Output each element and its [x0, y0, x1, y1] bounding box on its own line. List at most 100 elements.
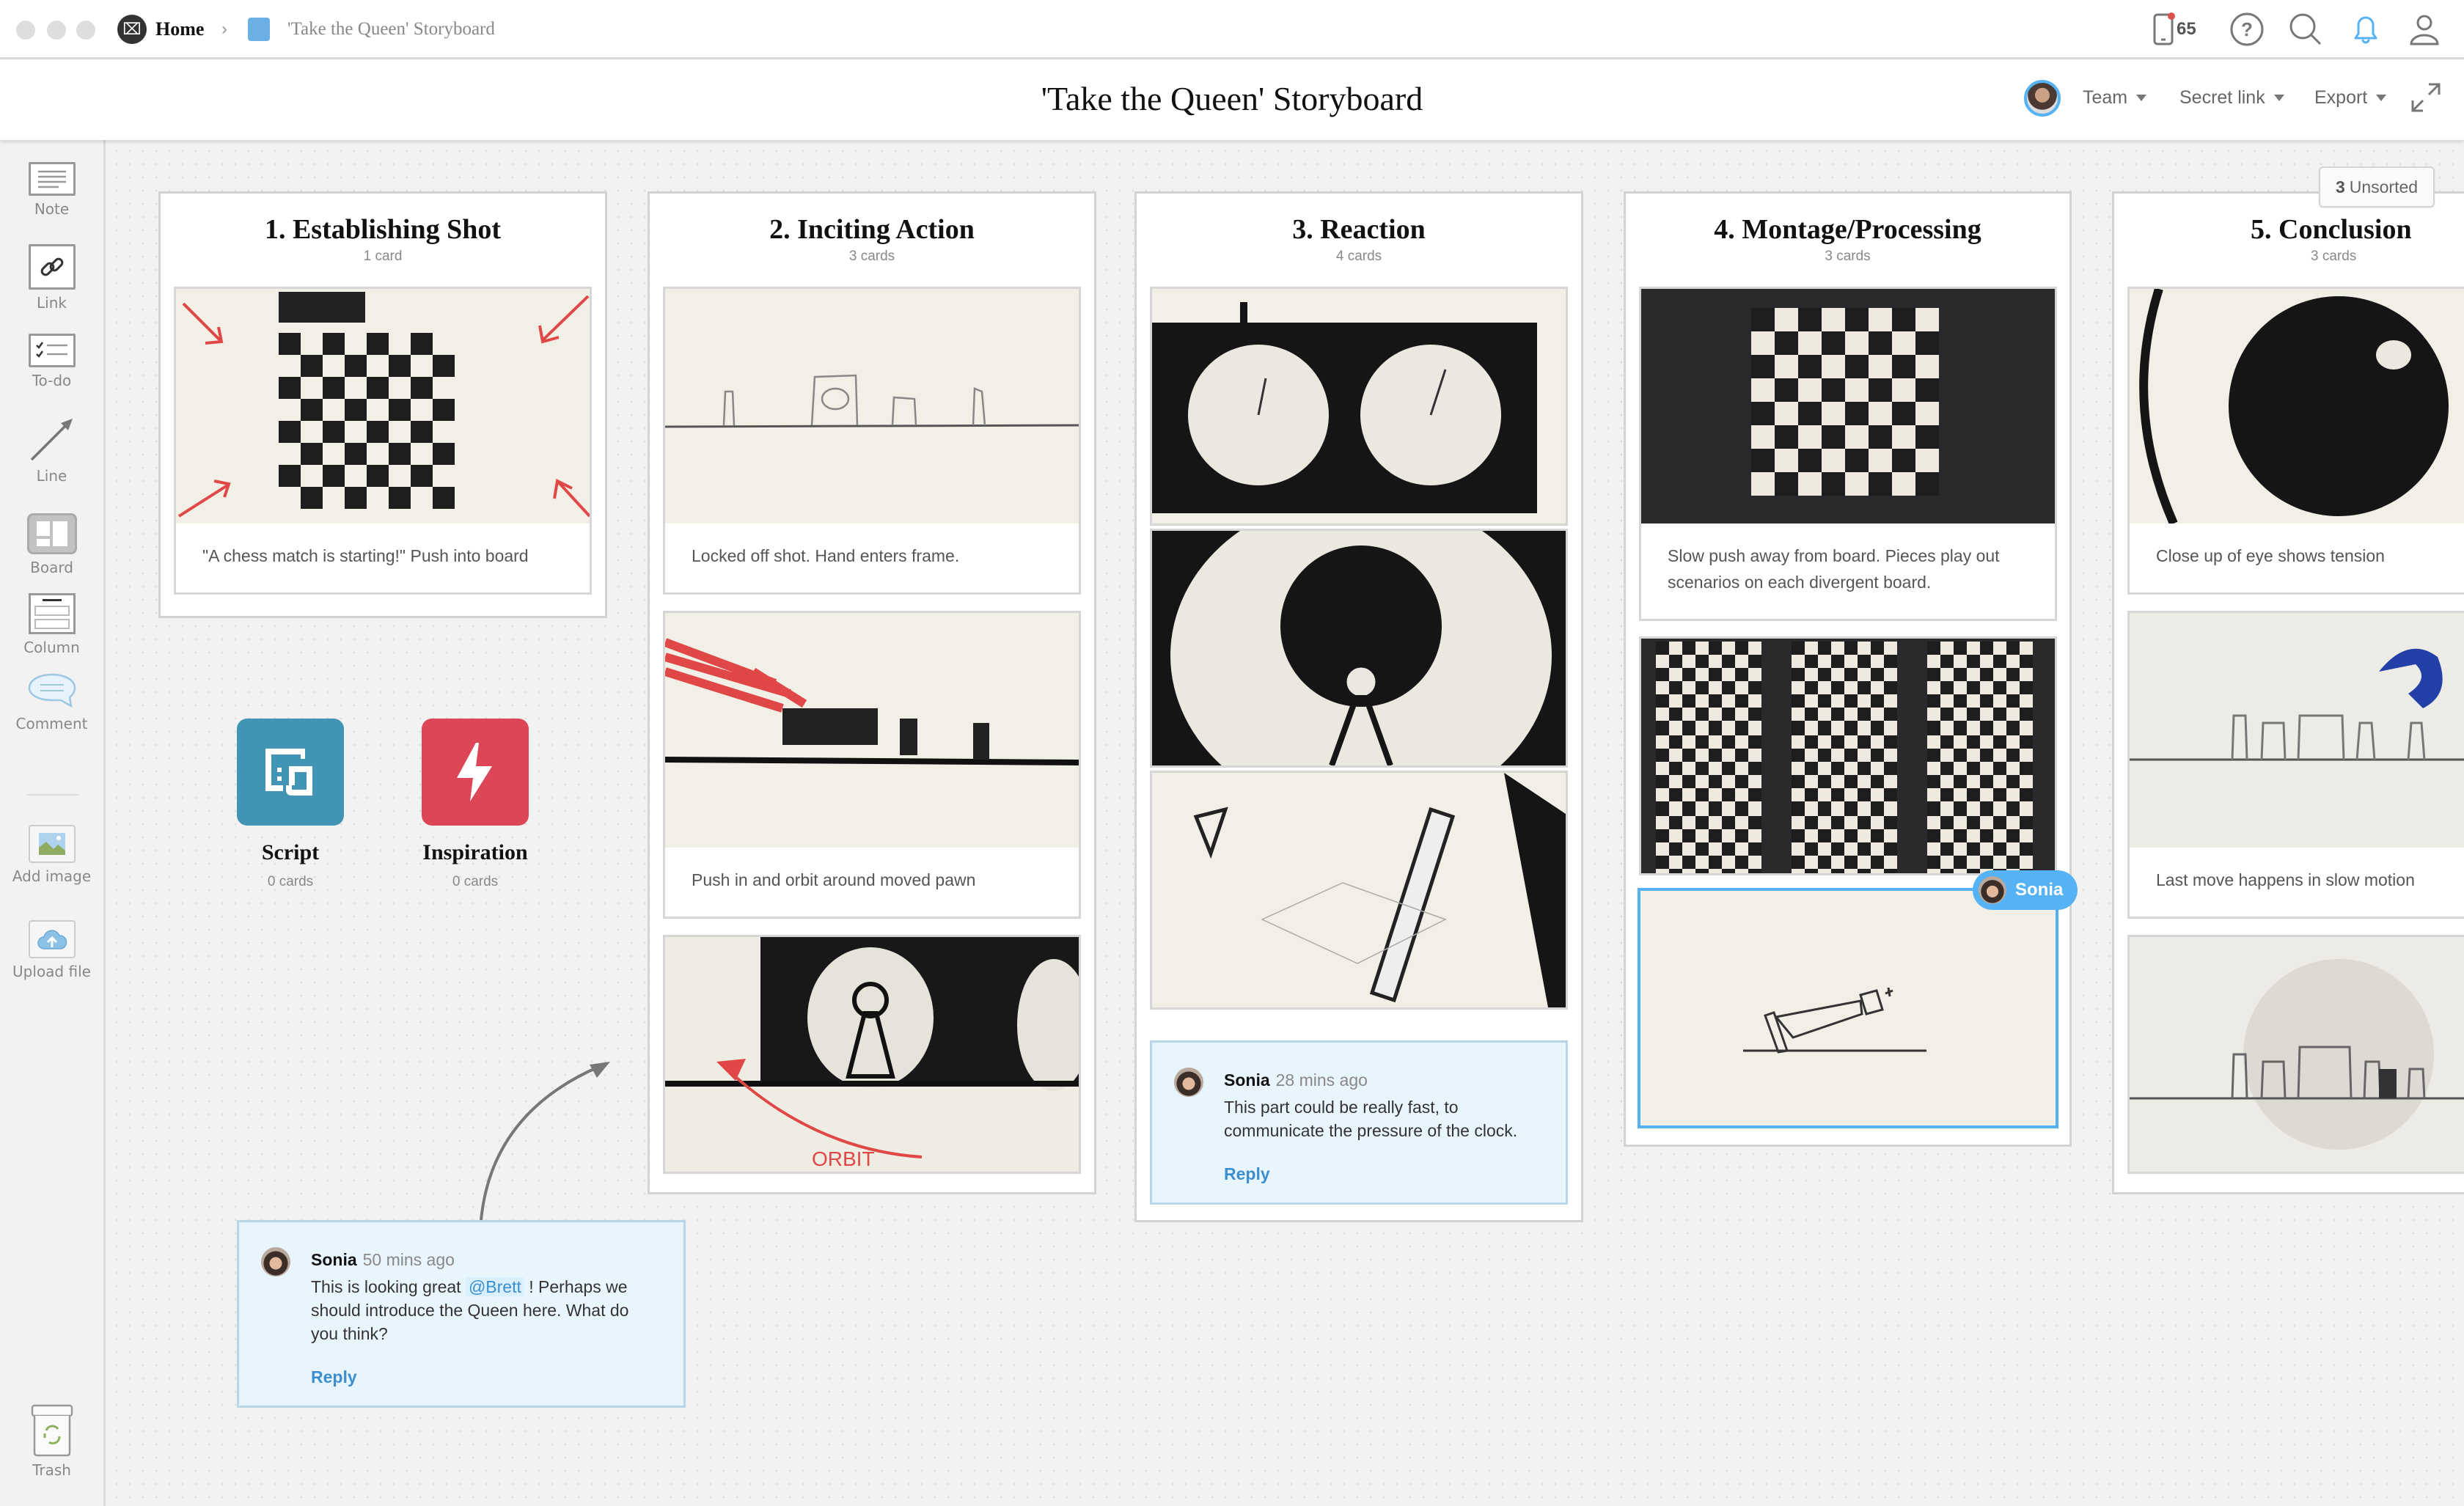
window-close-button[interactable]	[16, 21, 35, 40]
reply-link[interactable]: Reply	[311, 1366, 357, 1388]
breadcrumb-separator-icon: ›	[221, 19, 227, 39]
storyboard-card[interactable]: "A chess match is starting!" Push into b…	[174, 287, 592, 595]
storyboard-card[interactable]	[1150, 771, 1568, 1010]
avatar	[1979, 876, 2006, 904]
column-conclusion[interactable]: 5. Conclusion 3 cards Close up of eye sh…	[2112, 191, 2464, 1194]
milanote-logo-icon[interactable]: ⌧	[117, 15, 147, 44]
collaborator-name: Sonia	[2015, 880, 2064, 900]
board-tile-count: 0 cards	[267, 874, 314, 889]
card-image	[665, 289, 1079, 524]
board-tile-inspiration[interactable]	[422, 719, 529, 826]
column-title[interactable]: 4. Montage/Processing	[1626, 213, 2069, 246]
tool-label: Line	[36, 467, 67, 485]
export-menu[interactable]: Export	[2314, 83, 2387, 112]
comment-text: This part could be really fast, to commu…	[1224, 1098, 1518, 1140]
card-caption: Slow push away from board. Pieces play o…	[1668, 546, 2000, 592]
tool-sidebar: Note Link To-do Line Board Column Commen…	[0, 140, 106, 1506]
column-inciting-action[interactable]: 2. Inciting Action 3 cards Locked off sh…	[648, 191, 1096, 1194]
line-arrow-icon	[29, 416, 76, 463]
trash-icon	[29, 1404, 76, 1457]
team-menu[interactable]: Team	[2083, 83, 2147, 112]
storyboard-card[interactable]	[1150, 287, 1568, 526]
tool-column[interactable]: Column	[0, 593, 103, 656]
breadcrumb-current-board[interactable]: 'Take the Queen' Storyboard	[287, 15, 495, 44]
card-image	[2130, 613, 2464, 848]
connector-arrow[interactable]	[440, 1026, 660, 1232]
tool-label: Trash	[32, 1461, 71, 1479]
column-title[interactable]: 3. Reaction	[1137, 213, 1581, 246]
comment-text-before: This is looking great	[311, 1277, 466, 1296]
tool-label: Board	[30, 559, 73, 576]
window-minimize-button[interactable]	[47, 21, 66, 40]
notification-bell-icon[interactable]	[2347, 10, 2385, 48]
tool-add-image[interactable]: Add image	[0, 825, 103, 885]
tool-note[interactable]: Note	[0, 162, 103, 218]
board-tile-label[interactable]: Script	[202, 840, 378, 865]
search-icon[interactable]	[2287, 10, 2325, 48]
comment-timestamp: 28 mins ago	[1275, 1070, 1368, 1090]
breadcrumb-home[interactable]: Home	[155, 15, 204, 44]
board-tile-label[interactable]: Inspiration	[387, 840, 563, 865]
tool-label: Upload file	[12, 963, 91, 980]
unsorted-button[interactable]: 3 Unsorted	[2319, 166, 2435, 207]
card-image	[2130, 289, 2464, 524]
board-icon	[26, 513, 77, 554]
column-montage-processing[interactable]: 4. Montage/Processing 3 cards Slow push …	[1624, 191, 2072, 1147]
user-profile-icon[interactable]	[2405, 10, 2443, 48]
storyboard-card[interactable]: Close up of eye shows tension	[2127, 287, 2464, 595]
column-icon	[28, 593, 76, 634]
tool-label: Comment	[15, 715, 88, 732]
storyboard-card[interactable]	[1150, 529, 1568, 768]
tool-board[interactable]: Board	[0, 513, 103, 576]
link-icon	[28, 244, 76, 290]
reply-link[interactable]: Reply	[1224, 1163, 1270, 1185]
tool-line[interactable]: Line	[0, 416, 103, 485]
tool-upload-file[interactable]: Upload file	[0, 920, 103, 980]
storyboard-card[interactable]	[2127, 935, 2464, 1174]
tool-label: To-do	[32, 372, 72, 389]
storyboard-card[interactable]: Push in and orbit around moved pawn	[663, 611, 1081, 919]
board-title-bar: 'Take the Queen' Storyboard Team Secret …	[0, 59, 2464, 140]
column-reaction[interactable]: 3. Reaction 4 cards Sonia 28 mins ago Thi…	[1134, 191, 1583, 1222]
card-caption: Push in and orbit around moved pawn	[692, 870, 976, 889]
column-card-count: 1 card	[363, 249, 403, 264]
card-image	[176, 289, 590, 524]
column-title[interactable]: 5. Conclusion	[2114, 213, 2464, 246]
mention-link[interactable]: @Brett	[465, 1277, 524, 1296]
svg-text:ORBIT: ORBIT	[812, 1147, 875, 1170]
card-image	[665, 613, 1079, 848]
storyboard-card[interactable]: Slow push away from board. Pieces play o…	[1639, 287, 2057, 621]
help-icon[interactable]: ?	[2228, 10, 2266, 48]
secret-link-menu[interactable]: Secret link	[2179, 83, 2284, 112]
svg-text:?: ?	[2241, 18, 2253, 40]
board-tile-script[interactable]	[237, 719, 344, 826]
card-image	[1640, 891, 2056, 1125]
storyboard-card[interactable]: Locked off shot. Hand enters frame.	[663, 287, 1081, 595]
comment-card[interactable]: Sonia 28 mins ago This part could be real…	[1150, 1040, 1568, 1205]
avatar[interactable]	[2024, 80, 2061, 117]
storyboard-card[interactable]: Last move happens in slow motion	[2127, 611, 2464, 919]
column-card-count: 3 cards	[2311, 249, 2357, 264]
column-establishing-shot[interactable]: 1. Establishing Shot 1 card "A chess mat…	[158, 191, 607, 618]
column-title[interactable]: 2. Inciting Action	[650, 213, 1094, 246]
tool-todo[interactable]: To-do	[0, 334, 103, 389]
caret-down-icon	[2136, 94, 2147, 101]
storyboard-card-selected[interactable]	[1638, 888, 2058, 1128]
comment-header: Sonia 50 mins ago	[311, 1249, 455, 1271]
fullscreen-expand-icon[interactable]	[2410, 81, 2442, 114]
window-zoom-button[interactable]	[76, 21, 95, 40]
top-bar: ⌧ Home › 'Take the Queen' Storyboard 65 …	[0, 0, 2464, 59]
storyboard-card[interactable]: ORBIT	[663, 935, 1081, 1174]
tool-label: Add image	[12, 867, 92, 885]
storyboard-card[interactable]	[1639, 636, 2057, 875]
add-image-icon	[28, 825, 76, 863]
tool-link[interactable]: Link	[0, 244, 103, 312]
card-image: ORBIT	[665, 937, 1079, 1172]
tool-comment[interactable]: Comment	[0, 672, 103, 732]
card-image	[1152, 531, 1566, 765]
secret-link-label: Secret link	[2179, 87, 2265, 108]
card-image	[2130, 937, 2464, 1172]
column-title[interactable]: 1. Establishing Shot	[161, 213, 605, 246]
tool-trash[interactable]: Trash	[0, 1404, 103, 1479]
comment-card[interactable]: Sonia 50 mins ago This is looking great @…	[237, 1220, 686, 1408]
